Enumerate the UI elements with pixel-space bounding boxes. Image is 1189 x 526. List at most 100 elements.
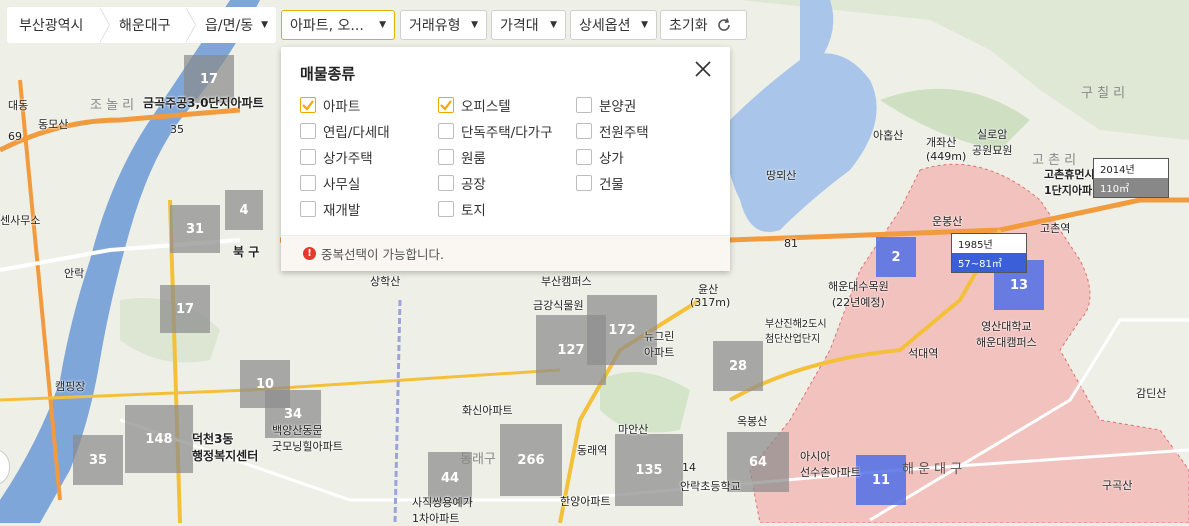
price-dropdown[interactable]: 가격대 ▼ bbox=[491, 10, 566, 40]
property-type-dropdown[interactable]: 아파트, 오... ▼ bbox=[281, 10, 395, 40]
chevron-down-icon: ▼ bbox=[471, 20, 478, 30]
checkbox-icon[interactable] bbox=[300, 149, 316, 165]
map-label: 개좌산 (449m) bbox=[926, 136, 967, 163]
map-label: 동래역 bbox=[577, 444, 608, 457]
map-label: 화신아파트 bbox=[462, 404, 513, 417]
price-label: 가격대 bbox=[500, 18, 539, 34]
map-label: 뉴그린 아파트 bbox=[644, 330, 675, 359]
property-type-option[interactable]: 단독주택/다가구 bbox=[438, 121, 553, 141]
checkbox-icon[interactable] bbox=[300, 123, 316, 139]
refresh-icon bbox=[717, 18, 730, 31]
property-type-label: 아파트, 오... bbox=[290, 18, 364, 34]
option-label: 상가주택 bbox=[323, 151, 373, 167]
property-type-option[interactable]: 연립/다세대 bbox=[300, 121, 390, 141]
map-label: 백양산동문 굿모닝힐아파트 bbox=[272, 424, 343, 453]
deal-type-dropdown[interactable]: 거래유형 ▼ bbox=[400, 10, 487, 40]
breadcrumb-city-label: 부산광역시 bbox=[19, 18, 84, 34]
map-label: 감딘산 bbox=[1136, 387, 1167, 400]
price-tooltip[interactable]: 2014년 110㎡ bbox=[1093, 158, 1169, 198]
tooltip-area: 57~81㎡ bbox=[952, 253, 1026, 272]
map-label: 동모산 bbox=[38, 118, 69, 131]
map-label: 덕천3동 행정복지센터 bbox=[192, 432, 259, 463]
option-label: 오피스텔 bbox=[461, 99, 511, 115]
map-label: 구곡산 bbox=[1102, 479, 1133, 492]
listing-cluster-marker[interactable]: 17 bbox=[160, 285, 210, 333]
checkbox-icon[interactable] bbox=[438, 123, 454, 139]
property-type-option[interactable]: 아파트 bbox=[300, 95, 360, 115]
property-type-option[interactable]: 건물 bbox=[576, 173, 624, 193]
property-type-option[interactable]: 재개발 bbox=[300, 199, 360, 219]
breadcrumb-dong-label: 읍/면/동 bbox=[205, 18, 254, 34]
map-label: 동래구 bbox=[460, 452, 496, 467]
option-label: 재개발 bbox=[323, 203, 361, 219]
warning-icon: ! bbox=[303, 247, 316, 260]
map-label: 안락초등학교 bbox=[680, 480, 741, 493]
option-label: 단독주택/다가구 bbox=[461, 125, 553, 141]
listing-cluster-marker[interactable]: 148 bbox=[125, 405, 193, 473]
property-type-option[interactable]: 공장 bbox=[438, 173, 486, 193]
option-label: 연립/다세대 bbox=[323, 125, 390, 141]
listing-cluster-marker[interactable]: 35 bbox=[73, 435, 123, 485]
checkbox-icon[interactable] bbox=[438, 149, 454, 165]
close-icon[interactable] bbox=[694, 60, 712, 78]
chevron-down-icon: ▼ bbox=[379, 20, 386, 30]
panel-title: 매물종류 bbox=[300, 65, 356, 83]
listing-cluster-marker[interactable]: 127 bbox=[536, 315, 606, 385]
checkbox-checked-icon[interactable] bbox=[300, 97, 316, 113]
option-label: 공장 bbox=[461, 177, 486, 193]
checkbox-icon[interactable] bbox=[300, 201, 316, 217]
listing-cluster-marker[interactable]: 266 bbox=[500, 424, 562, 496]
detail-options-dropdown[interactable]: 상세옵션 ▼ bbox=[570, 10, 657, 40]
map-label: 운봉산 bbox=[932, 215, 963, 228]
map-label: 아홉산 bbox=[873, 129, 904, 142]
checkbox-icon[interactable] bbox=[300, 175, 316, 191]
checkbox-checked-icon[interactable] bbox=[438, 97, 454, 113]
breadcrumb-dong[interactable]: 읍/면/동 ▼ bbox=[185, 7, 276, 43]
checkbox-icon[interactable] bbox=[576, 97, 592, 113]
map-label: 35 bbox=[170, 123, 184, 136]
map-label: 실로암 공원묘원 bbox=[972, 128, 1013, 157]
listing-cluster-marker[interactable]: 28 bbox=[713, 341, 763, 391]
map-label: 옥봉산 bbox=[737, 415, 768, 428]
property-type-option[interactable]: 오피스텔 bbox=[438, 95, 511, 115]
map-label: 땅뫼산 bbox=[766, 169, 797, 182]
property-type-option[interactable]: 분양권 bbox=[576, 95, 636, 115]
listing-cluster-marker[interactable]: 31 bbox=[170, 205, 220, 253]
detail-options-label: 상세옵션 bbox=[579, 18, 631, 34]
map-label: 사직쌍용예가 1차아파트 bbox=[412, 496, 473, 525]
property-type-option[interactable]: 사무실 bbox=[300, 173, 360, 193]
checkbox-icon[interactable] bbox=[438, 175, 454, 191]
option-label: 상가 bbox=[599, 151, 624, 167]
listing-cluster-marker[interactable]: 135 bbox=[615, 434, 683, 506]
checkbox-icon[interactable] bbox=[576, 175, 592, 191]
property-type-option[interactable]: 상가주택 bbox=[300, 147, 373, 167]
map-label: 고촌휴먼시 1단지아파 bbox=[1044, 168, 1095, 197]
breadcrumb-city[interactable]: 부산광역시 bbox=[7, 7, 110, 43]
map-label: 영산대학교 해운대캠퍼스 bbox=[976, 320, 1037, 349]
map-label: 석대역 bbox=[908, 347, 939, 360]
checkbox-icon[interactable] bbox=[576, 123, 592, 139]
price-tooltip[interactable]: 1985년 57~81㎡ bbox=[951, 233, 1027, 273]
breadcrumb-district-label: 해운대구 bbox=[119, 18, 171, 34]
listing-cluster-marker[interactable]: 2 bbox=[876, 237, 916, 277]
option-label: 건물 bbox=[599, 177, 624, 193]
option-label: 분양권 bbox=[599, 99, 637, 115]
listing-cluster-marker[interactable]: 11 bbox=[856, 455, 906, 505]
property-type-option[interactable]: 원룸 bbox=[438, 147, 486, 167]
reset-button[interactable]: 초기화 bbox=[660, 10, 747, 40]
property-type-option[interactable]: 토지 bbox=[438, 199, 486, 219]
map-label: 해 운 대 구 bbox=[902, 462, 963, 477]
breadcrumb-district[interactable]: 해운대구 bbox=[99, 7, 196, 43]
checkbox-icon[interactable] bbox=[576, 149, 592, 165]
map-label: 부산진해2도시 첨단산업단지 bbox=[765, 319, 827, 345]
reset-label: 초기화 bbox=[669, 18, 708, 34]
panel-notice-text: 중복선택이 가능합니다. bbox=[321, 247, 444, 262]
map-label: 캠핑장 bbox=[55, 380, 86, 393]
checkbox-icon[interactable] bbox=[438, 201, 454, 217]
map-label: 69 bbox=[8, 130, 22, 143]
listing-cluster-marker[interactable]: 4 bbox=[225, 190, 263, 230]
map-label: 금강식물원 bbox=[533, 299, 584, 312]
property-type-option[interactable]: 상가 bbox=[576, 147, 624, 167]
property-type-option[interactable]: 전원주택 bbox=[576, 121, 649, 141]
map-label: 북 구 bbox=[233, 245, 260, 259]
